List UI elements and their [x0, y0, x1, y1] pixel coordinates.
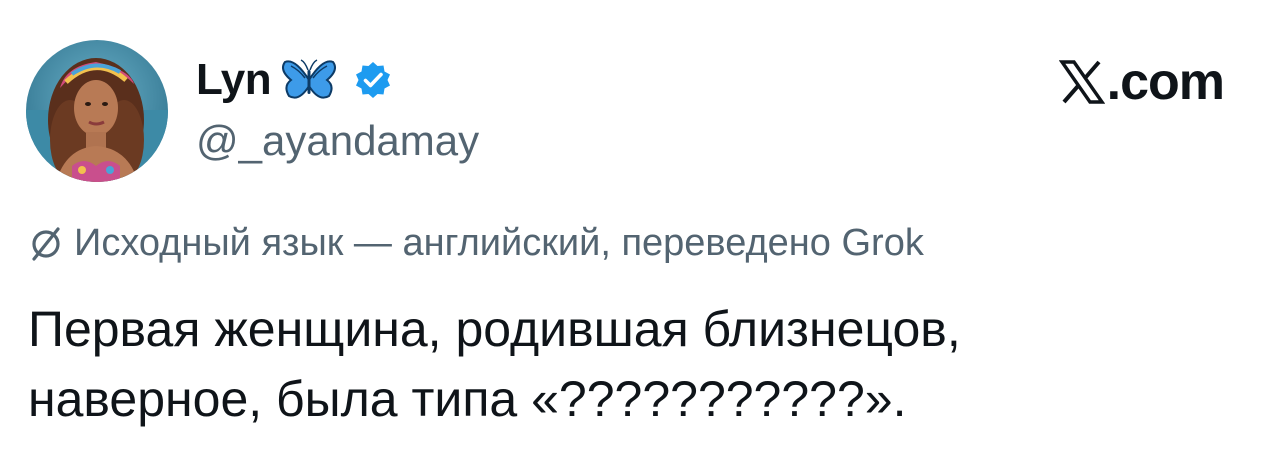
translation-text: Исходный язык — английский, переведено G…: [74, 222, 924, 264]
author-handle[interactable]: @_ayandamay: [196, 117, 479, 164]
verified-badge-icon: [353, 60, 393, 100]
site-logo: .com: [1058, 53, 1225, 111]
x-logo-icon: [1058, 59, 1105, 105]
butterfly-icon: [281, 56, 337, 104]
tweet-line-1: Первая женщина, родившая близнецов,: [28, 301, 961, 357]
translation-notice[interactable]: Исходный язык — английский, переведено G…: [28, 222, 924, 265]
display-name[interactable]: Lyn: [196, 58, 272, 102]
grok-icon: [28, 226, 64, 262]
avatar[interactable]: [26, 40, 168, 182]
tweet-line-2: наверное, была типа «???????????».: [28, 371, 907, 427]
author-name-row[interactable]: Lyn: [196, 52, 393, 108]
profile-photo: [26, 40, 168, 182]
tweet-card: Lyn @_ayandamay .com Исходный язык — анг…: [0, 0, 1284, 457]
site-domain-text: .com: [1106, 53, 1225, 111]
tweet-body: Первая женщина, родившая близнецов, наве…: [28, 294, 1258, 434]
